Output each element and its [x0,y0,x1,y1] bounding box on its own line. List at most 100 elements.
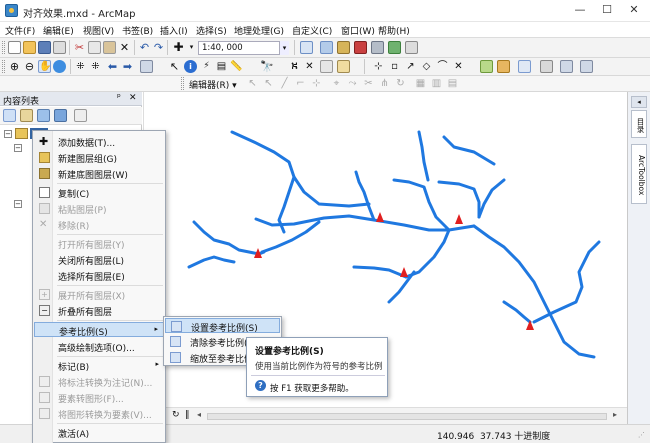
menu-help[interactable]: 帮助(H) [378,24,410,37]
resize-grip-icon[interactable]: ⋰ [638,431,645,439]
toolbar-grip[interactable] [2,41,5,54]
pin-icon[interactable]: ᵖ [117,93,121,103]
menu-item-labeling[interactable]: 标记(B) ▸ [34,358,164,373]
straight-segment-icon[interactable]: ╱ [278,77,291,90]
menu-item-convert-labels[interactable]: 将标注转换为注记(N)... [34,374,164,389]
menu-item-graphics-to-features[interactable]: 将图形转换为要素(V)... [34,406,164,421]
intersection-snapping-icon[interactable]: ✕ [452,60,465,73]
snapping-icon[interactable]: ⊹ [372,60,385,73]
menu-item-add-data[interactable]: ✚ 添加数据(T)... [34,134,164,149]
pan-icon[interactable]: ✋ [38,60,51,73]
layer-tool-icon[interactable] [497,60,510,73]
save-icon[interactable] [38,41,51,54]
menu-bookmarks[interactable]: 书签(B) [122,24,153,37]
cut-icon[interactable]: ✂ [73,41,86,54]
html-popup-icon[interactable]: ▤ [215,60,228,73]
find-route-icon[interactable]: ⛕ [288,60,301,73]
undo-icon[interactable]: ↶ [138,41,151,54]
menu-item-turn-all-off[interactable]: 关闭所有图层(L) [34,252,164,267]
scroll-left-icon[interactable]: ◂ [197,410,201,419]
menu-insert[interactable]: 插入(I) [160,24,188,37]
list-by-source-icon[interactable] [20,109,33,122]
attributes-icon[interactable]: ▦ [414,77,427,90]
menu-item-advanced-drawing-options[interactable]: 高级绘制选项(O)... [34,339,164,354]
minimize-button[interactable]: — [567,2,593,18]
menu-file[interactable]: 文件(F) [5,24,35,37]
table-of-contents-icon[interactable] [320,41,333,54]
menu-item-collapse-all[interactable]: − 折叠所有图层 [34,303,164,318]
menu-item-features-to-graphics[interactable]: 要素转图形(F)... [34,390,164,405]
maximize-button[interactable]: ☐ [594,2,620,18]
menu-customize[interactable]: 自定义(C) [292,24,332,37]
delete-icon[interactable]: ✕ [118,41,131,54]
data-frame-icon[interactable] [580,60,593,73]
layer-collapse-toggle-icon[interactable]: − [14,200,22,208]
pause-drawing-icon[interactable]: ‖ [185,410,190,420]
menu-view[interactable]: 视图(V) [83,24,114,37]
drawing-tool-icon[interactable] [518,60,531,73]
menu-item-new-group-layer[interactable]: 新建图层组(G) [34,150,164,165]
reshape-icon[interactable]: ⤳ [346,77,359,90]
point-icon[interactable]: ⊹ [310,77,323,90]
menu-selection[interactable]: 选择(S) [196,24,227,37]
print-icon[interactable] [53,41,66,54]
python-window-icon[interactable] [371,41,384,54]
arctoolbox-tab[interactable]: ArcToolbox [631,144,647,204]
time-slider-icon[interactable] [320,60,333,73]
zoom-out-icon[interactable]: ⊖ [23,60,36,73]
list-by-drawing-order-icon[interactable] [3,109,16,122]
edit-annotation-icon[interactable]: ↖ [262,77,275,90]
scroll-right-icon[interactable]: ▸ [613,410,617,419]
zoom-in-icon[interactable]: ⊕ [8,60,21,73]
modelbuilder-icon[interactable] [388,41,401,54]
create-viewer-window-icon[interactable] [337,60,350,73]
search-window-icon[interactable] [405,41,418,54]
list-by-selection-icon[interactable] [54,109,67,122]
split-icon[interactable]: ⋔ [378,77,391,90]
fixed-zoom-out-icon[interactable]: ⁜ [89,60,102,73]
edit-vertices-icon[interactable]: ⌖ [330,77,343,90]
spatial-adjustment-icon[interactable] [540,60,553,73]
vertex-snapping-icon[interactable]: ◇ [420,60,433,73]
toolbar-grip[interactable] [181,77,184,90]
measure-icon[interactable]: 📏 [230,60,243,73]
hyperlink-icon[interactable]: ⚡ [200,60,213,73]
menu-item-activate[interactable]: 激活(A) [34,425,164,440]
editor-toolbar-icon[interactable] [300,41,313,54]
options-icon[interactable] [74,109,87,122]
point-snapping-icon[interactable]: ▫ [388,60,401,73]
map-scale-input[interactable]: 1:40, 000 [198,41,288,55]
menu-edit[interactable]: 编辑(E) [43,24,74,37]
identify-icon[interactable]: i [184,60,197,73]
fixed-zoom-in-icon[interactable]: ⁜ [74,60,87,73]
full-extent-icon[interactable] [53,60,66,73]
edit-tool-icon[interactable]: ↖ [246,77,259,90]
georeferencing-icon[interactable] [480,60,493,73]
select-elements-icon[interactable]: ↖ [168,60,181,73]
paste-icon[interactable] [103,41,116,54]
menu-item-paste-layer[interactable]: 粘贴图层(P) [34,201,164,216]
new-document-icon[interactable] [8,41,21,54]
copy-icon[interactable] [88,41,101,54]
go-back-icon[interactable]: ⬅ [106,60,119,73]
menu-geoprocessing[interactable]: 地理处理(G) [234,24,284,37]
list-by-visibility-icon[interactable] [37,109,50,122]
trace-icon[interactable]: ⌐ [294,77,307,90]
menu-windows[interactable]: 窗口(W) [341,24,375,37]
horizontal-scrollbar[interactable] [207,413,607,420]
menu-item-set-reference-scale[interactable]: 设置参考比例(S) [165,318,280,334]
catalog-tab[interactable]: 目录 [631,110,647,138]
close-button[interactable]: ✕ [621,2,647,18]
edge-snapping-icon[interactable]: ⌒ [436,60,449,73]
layout-icon[interactable] [560,60,573,73]
refresh-icon[interactable]: ↻ [172,410,180,420]
rotate-icon[interactable]: ↻ [394,77,407,90]
go-forward-icon[interactable]: ➡ [121,60,134,73]
find-icon[interactable]: 🔭 [260,60,274,73]
menu-item-turn-all-on[interactable]: 打开所有图层(Y) [34,236,164,251]
menu-item-remove[interactable]: ✕ 移除(R) [34,217,164,232]
collapse-toggle-icon[interactable]: − [4,130,12,138]
redo-icon[interactable]: ↷ [152,41,165,54]
menu-item-copy[interactable]: 复制(C) [34,185,164,200]
layer-collapse-toggle-icon[interactable]: − [14,144,22,152]
